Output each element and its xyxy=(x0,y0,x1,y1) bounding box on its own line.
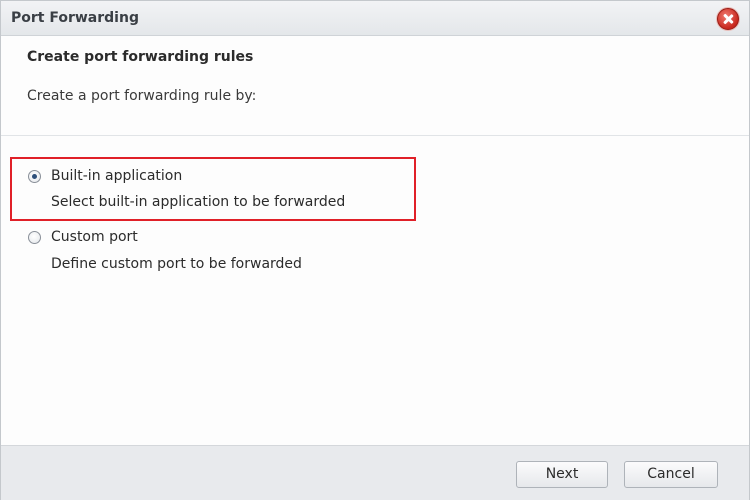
window-title: Port Forwarding xyxy=(11,10,139,26)
divider xyxy=(1,135,749,136)
next-button[interactable]: Next xyxy=(516,461,608,488)
option-label-custom-port[interactable]: Custom port xyxy=(51,229,138,245)
option-description-built-in-application: Select built-in application to be forwar… xyxy=(51,194,346,210)
option-label-built-in-application[interactable]: Built-in application xyxy=(51,168,182,184)
intro-text: Create a port forwarding rule by: xyxy=(27,88,257,104)
dialog-footer: Next Cancel xyxy=(1,445,749,500)
radio-custom-port[interactable] xyxy=(28,231,41,244)
option-description-custom-port: Define custom port to be forwarded xyxy=(51,256,302,272)
close-icon[interactable] xyxy=(717,8,739,30)
radio-built-in-application[interactable] xyxy=(28,170,41,183)
port-forwarding-dialog: Port Forwarding Create port forwarding r… xyxy=(0,0,750,500)
cancel-button[interactable]: Cancel xyxy=(624,461,718,488)
title-bar: Port Forwarding xyxy=(1,1,749,36)
section-heading: Create port forwarding rules xyxy=(27,49,254,65)
highlight-box xyxy=(10,157,416,221)
